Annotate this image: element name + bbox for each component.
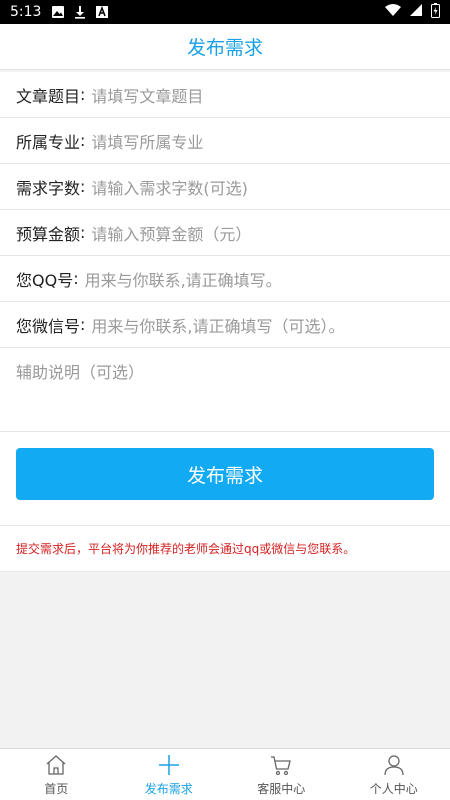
word-count-field[interactable]: 需求字数: 请输入需求字数(可选) bbox=[0, 164, 450, 210]
article-title-field[interactable]: 文章题目: 请填写文章题目 bbox=[0, 72, 450, 118]
field-label: 您QQ号 bbox=[16, 270, 74, 290]
field-placeholder: 请输入预算金额（元） bbox=[91, 224, 252, 244]
field-placeholder: 请填写所属专业 bbox=[91, 132, 204, 152]
field-placeholder: 请填写文章题目 bbox=[91, 86, 204, 106]
field-label: 您微信号 bbox=[16, 316, 81, 336]
field-label: 文章题目 bbox=[16, 86, 81, 106]
budget-field[interactable]: 预算金额: 请输入预算金额（元） bbox=[0, 210, 450, 256]
nav-item-publish[interactable]: 发布需求 bbox=[113, 749, 226, 800]
person-icon bbox=[384, 754, 404, 775]
submit-area: 发布需求 bbox=[0, 432, 450, 526]
a-icon bbox=[95, 5, 109, 19]
app-header: 发布需求 bbox=[0, 24, 450, 70]
nav-item-profile[interactable]: 个人中心 bbox=[338, 749, 450, 800]
page-title: 发布需求 bbox=[186, 37, 263, 59]
nav-label: 首页 bbox=[44, 781, 69, 796]
nav-item-service[interactable]: 客服中心 bbox=[225, 749, 338, 800]
note-textarea[interactable]: 辅助说明（可选） bbox=[0, 348, 450, 432]
image-icon bbox=[51, 5, 65, 19]
nav-label: 客服中心 bbox=[257, 781, 306, 796]
submit-button[interactable]: 发布需求 bbox=[16, 448, 434, 500]
wifi-icon bbox=[385, 3, 401, 21]
battery-icon bbox=[431, 2, 440, 22]
signal-icon bbox=[409, 3, 423, 21]
status-time: 5:13 bbox=[10, 4, 42, 20]
qq-field[interactable]: 您QQ号: 用来与你联系,请正确填写。 bbox=[0, 256, 450, 302]
download-icon bbox=[73, 5, 87, 19]
field-label: 预算金额 bbox=[16, 224, 81, 244]
home-icon bbox=[46, 754, 66, 775]
cart-icon bbox=[271, 755, 292, 775]
nav-label: 个人中心 bbox=[369, 781, 418, 796]
major-field[interactable]: 所属专业: 请填写所属专业 bbox=[0, 118, 450, 164]
nav-label: 发布需求 bbox=[144, 781, 193, 796]
bottom-nav: 首页 发布需求 客服中心 个人中心 bbox=[0, 748, 450, 800]
wechat-field[interactable]: 您微信号: 用来与你联系,请正确填写（可选）。 bbox=[0, 302, 450, 348]
note-placeholder: 辅助说明（可选） bbox=[16, 363, 145, 382]
field-placeholder: 用来与你联系,请正确填写。 bbox=[84, 270, 282, 290]
field-placeholder: 用来与你联系,请正确填写（可选）。 bbox=[91, 316, 345, 336]
plus-icon bbox=[158, 754, 179, 775]
status-bar: 5:13 bbox=[0, 0, 450, 24]
field-label: 所属专业 bbox=[16, 132, 81, 152]
field-label: 需求字数 bbox=[16, 178, 81, 198]
requirement-form: 文章题目: 请填写文章题目 所属专业: 请填写所属专业 需求字数: 请输入需求字… bbox=[0, 72, 450, 572]
nav-item-home[interactable]: 首页 bbox=[0, 749, 113, 800]
notice-text: 提交需求后，平台将为你推荐的老师会通过qq或微信与您联系。 bbox=[0, 526, 450, 572]
field-placeholder: 请输入需求字数(可选) bbox=[91, 178, 248, 198]
